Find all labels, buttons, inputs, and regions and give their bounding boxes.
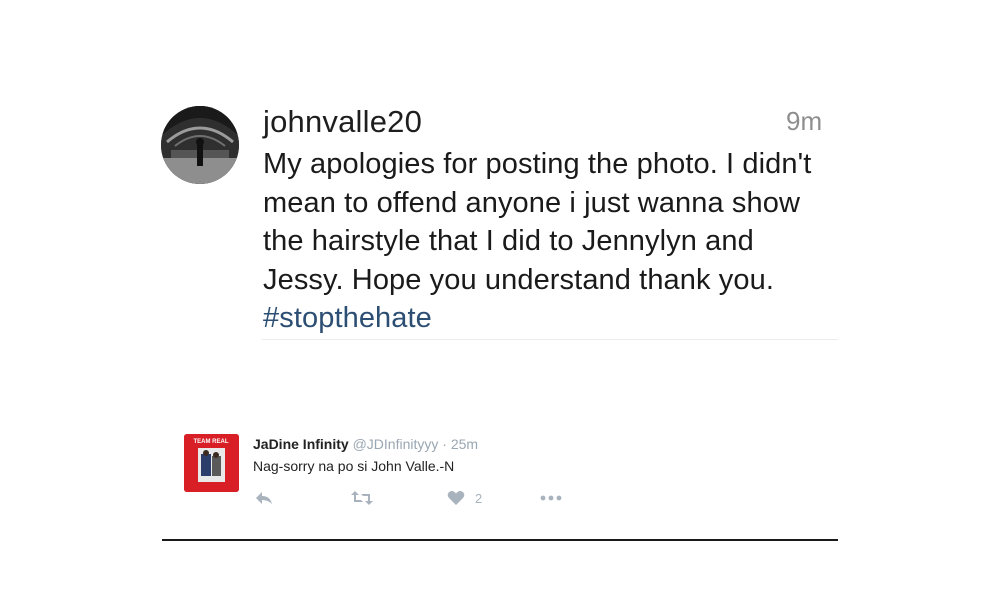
- tweet-separator: ·: [442, 436, 447, 452]
- comment-username[interactable]: johnvalle20: [263, 104, 422, 140]
- tweet-avatar[interactable]: TEAM REAL: [184, 434, 239, 492]
- tweet-display-name[interactable]: JaDine Infinity: [253, 436, 349, 452]
- comment-body: My apologies for posting the photo. I di…: [263, 145, 823, 338]
- divider: [162, 539, 838, 541]
- more-dots-icon: [540, 495, 562, 501]
- card-bottom-border: [262, 339, 838, 340]
- tweet-timestamp[interactable]: 25m: [451, 436, 478, 452]
- team-logo-icon: TEAM REAL: [184, 434, 239, 492]
- like-count: 2: [475, 490, 483, 506]
- tweet-handle[interactable]: @JDInfinityyy: [353, 436, 439, 452]
- comment-text: My apologies for posting the photo. I di…: [263, 148, 812, 296]
- heart-icon: [447, 491, 465, 505]
- avatar-photo-icon: [161, 106, 239, 184]
- reply-button[interactable]: [254, 490, 274, 506]
- logo-text: TEAM REAL: [194, 439, 229, 445]
- retweet-icon: [351, 491, 373, 505]
- avatar[interactable]: [161, 106, 239, 184]
- comment-timestamp: 9m: [786, 106, 823, 136]
- more-options-button[interactable]: [539, 490, 563, 506]
- reply-icon: [256, 492, 272, 504]
- tweet-text: Nag-sorry na po si John Valle.-N: [253, 458, 455, 474]
- retweet-button[interactable]: [350, 490, 374, 506]
- hashtag-link[interactable]: #stopthehate: [263, 302, 432, 334]
- tweet-header: JaDine Infinity @JDInfinityyy · 25m: [253, 436, 478, 452]
- like-button[interactable]: 2: [447, 490, 482, 506]
